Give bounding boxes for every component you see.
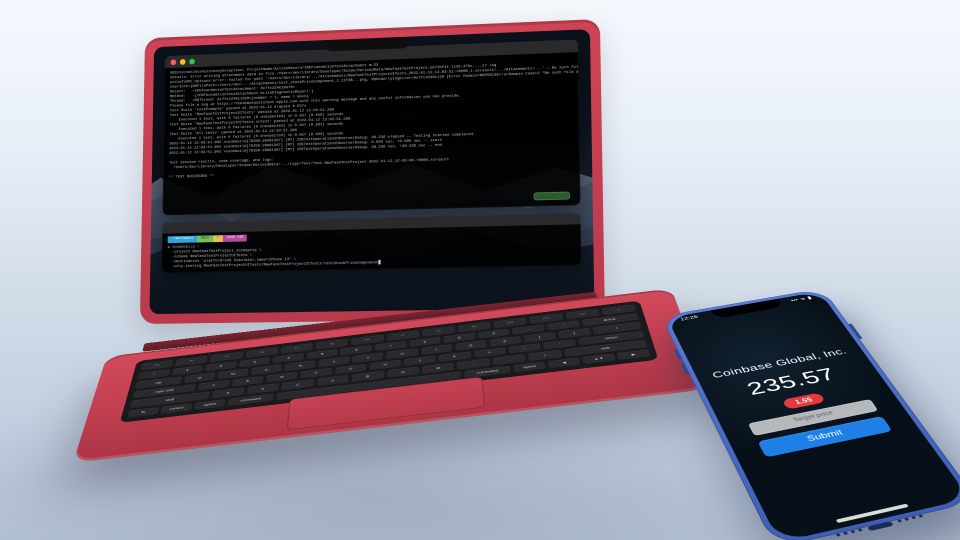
key[interactable]: 0 — [478, 328, 510, 339]
key[interactable]: J — [404, 355, 436, 366]
shell-prompt-segments: ~/workspace main ✓ node v18 — [168, 235, 247, 243]
terminal-command: $ xcodebuild \ -project NewTaskTestProje… — [167, 237, 575, 269]
key[interactable]: fn — [127, 407, 159, 419]
key[interactable] — [276, 371, 461, 401]
key[interactable]: ] — [558, 328, 591, 339]
key[interactable]: F12 — [565, 309, 600, 320]
key[interactable]: - — [512, 324, 545, 335]
key[interactable]: . — [493, 354, 527, 366]
key[interactable]: E — [251, 364, 283, 375]
status-pill — [533, 192, 570, 201]
key[interactable]: ▲▼ — [582, 353, 615, 365]
key[interactable]: F9 — [458, 322, 492, 333]
close-icon[interactable] — [171, 59, 177, 65]
key[interactable]: 2 — [205, 361, 237, 372]
key[interactable]: ; — [508, 343, 541, 354]
key[interactable]: \ — [592, 322, 642, 335]
key[interactable]: control — [160, 403, 192, 415]
key[interactable]: M — [422, 362, 455, 374]
key[interactable]: F7 — [387, 330, 420, 341]
key[interactable]: F1 — [175, 356, 208, 367]
terminal-window-prompt[interactable]: ~/workspace main ✓ node v18 $ xcodebuild… — [162, 213, 582, 273]
key[interactable]: return — [578, 331, 645, 346]
key[interactable]: F4 — [280, 343, 313, 354]
key[interactable]: ~ — [138, 369, 170, 380]
key[interactable]: command — [464, 365, 512, 378]
key[interactable]: = — [547, 320, 580, 331]
key[interactable]: command — [227, 393, 274, 406]
key[interactable]: F2 — [210, 351, 243, 362]
phone-mockup: 12:26 ••• ᯤ ▮ Coinbase Global, Inc. 235.… — [661, 288, 960, 540]
key[interactable]: shift — [564, 340, 648, 357]
key[interactable]: 7 — [375, 341, 406, 352]
key[interactable]: ◀ — [548, 357, 581, 369]
key[interactable]: A — [197, 380, 229, 391]
key[interactable]: , — [457, 358, 490, 370]
key[interactable]: I — [421, 344, 453, 355]
key[interactable]: O — [455, 340, 487, 351]
key[interactable]: option — [514, 361, 547, 373]
key[interactable]: F11 — [529, 313, 563, 324]
key[interactable]: Y — [353, 352, 384, 363]
key[interactable]: G — [335, 363, 367, 374]
terminal-window-output[interactable]: NSInternalInconsistencyException: Projec… — [162, 39, 580, 215]
key[interactable]: 8 — [409, 337, 441, 348]
key[interactable]: X — [246, 383, 279, 395]
key[interactable]: F5 — [316, 339, 349, 350]
key[interactable]: F6 — [351, 335, 384, 346]
key[interactable]: L — [473, 347, 506, 358]
minimize-icon[interactable] — [180, 59, 186, 65]
key[interactable]: ▶ — [617, 349, 651, 361]
key[interactable]: F3 — [245, 347, 278, 358]
key[interactable]: 4 — [273, 353, 305, 364]
key[interactable]: Q — [184, 372, 216, 383]
key[interactable]: ⏻ — [601, 304, 636, 315]
key[interactable]: ' — [543, 339, 577, 350]
key[interactable]: Z — [212, 387, 245, 399]
key[interactable]: 1 — [171, 365, 203, 376]
key[interactable]: F — [300, 368, 332, 379]
key[interactable]: [ — [523, 332, 556, 343]
zoom-icon[interactable] — [189, 58, 195, 64]
key[interactable]: W — [217, 368, 249, 379]
key[interactable]: U — [387, 348, 418, 359]
key[interactable]: R — [285, 360, 316, 371]
desktop-wallpaper: NSInternalInconsistencyException: Projec… — [149, 29, 594, 314]
key[interactable]: K — [439, 351, 471, 362]
key[interactable]: P — [489, 336, 521, 347]
key[interactable]: 5 — [307, 349, 338, 360]
key[interactable]: H — [369, 359, 401, 370]
key[interactable]: C — [281, 379, 314, 391]
trackpad[interactable] — [287, 377, 486, 431]
app-screen: Coinbase Global, Inc. 235.57 1.55 Target… — [667, 292, 960, 540]
key[interactable]: 6 — [341, 345, 372, 356]
key[interactable]: option — [194, 399, 226, 411]
laptop-mockup: NSInternalInconsistencyException: Projec… — [110, 5, 650, 505]
key[interactable]: T — [319, 356, 350, 367]
key[interactable]: D — [266, 372, 298, 383]
key[interactable]: esc — [140, 360, 174, 371]
key[interactable]: V — [316, 375, 348, 387]
terminal-output: NSInternalInconsistencyException: Projec… — [162, 52, 580, 215]
change-badge: 1.55 — [782, 392, 826, 409]
key[interactable]: S — [232, 376, 264, 387]
key[interactable]: B — [352, 371, 384, 383]
key[interactable]: / — [528, 350, 562, 362]
key[interactable]: F10 — [493, 317, 527, 328]
key[interactable]: F8 — [422, 326, 455, 337]
key[interactable]: 3 — [239, 357, 271, 368]
laptop-lid: NSInternalInconsistencyException: Projec… — [140, 19, 605, 324]
key[interactable]: tab — [135, 376, 182, 389]
key[interactable]: N — [387, 367, 419, 379]
key[interactable]: delete — [581, 313, 639, 327]
key[interactable]: shift — [130, 391, 210, 408]
key[interactable]: caps lock — [132, 384, 195, 399]
key[interactable]: 9 — [443, 332, 475, 343]
